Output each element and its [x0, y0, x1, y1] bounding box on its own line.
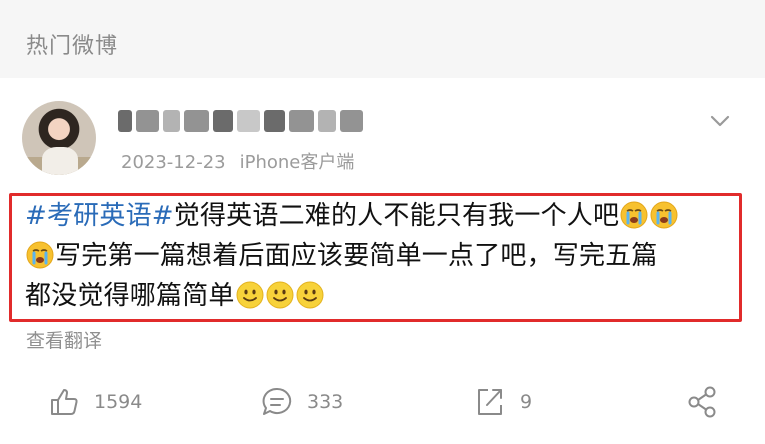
crying-face-emoji: [26, 241, 54, 269]
thumbs-up-icon: [51, 389, 78, 415]
like-button[interactable]: 1594: [48, 384, 142, 420]
post-source: iPhone客户端: [239, 152, 355, 173]
avatar[interactable]: [22, 101, 96, 175]
crying-face-emoji: [620, 201, 648, 229]
post-text-line2: 写完第一篇想着后面应该要简单一点了吧，写完五篇: [55, 241, 658, 271]
crying-face-emoji: [650, 201, 678, 229]
repost-button[interactable]: 9: [474, 384, 532, 420]
smiley-emoji: [266, 281, 294, 309]
username[interactable]: [118, 106, 363, 136]
post-text-line1: 觉得英语二难的人不能只有我一个人吧: [173, 201, 620, 231]
comment-count: 333: [307, 391, 344, 413]
like-count: 1594: [94, 391, 143, 413]
post-text-line3: 都没觉得哪篇简单: [25, 281, 235, 311]
repost-icon: [478, 389, 502, 415]
section-title: 热门微博: [26, 34, 119, 59]
repost-count: 9: [520, 391, 533, 413]
section-header: 热门微博: [0, 0, 765, 78]
smiley-emoji: [236, 281, 264, 309]
smiley-emoji: [296, 281, 324, 309]
comment-icon: [262, 387, 292, 415]
avatar-figure: [42, 147, 78, 175]
post-content: #考研英语#觉得英语二难的人不能只有我一个人吧 写完第一篇想着后面应该要简单一点…: [25, 196, 740, 316]
comment-button[interactable]: 333: [261, 384, 343, 420]
hashtag-link[interactable]: #考研英语#: [25, 201, 174, 231]
chevron-down-icon[interactable]: [710, 114, 730, 128]
post-meta: 2023-12-23 iPhone客户端: [121, 148, 354, 174]
share-icon[interactable]: [686, 385, 718, 419]
post-date: 2023-12-23: [121, 152, 226, 173]
translate-link[interactable]: 查看翻译: [26, 326, 102, 353]
